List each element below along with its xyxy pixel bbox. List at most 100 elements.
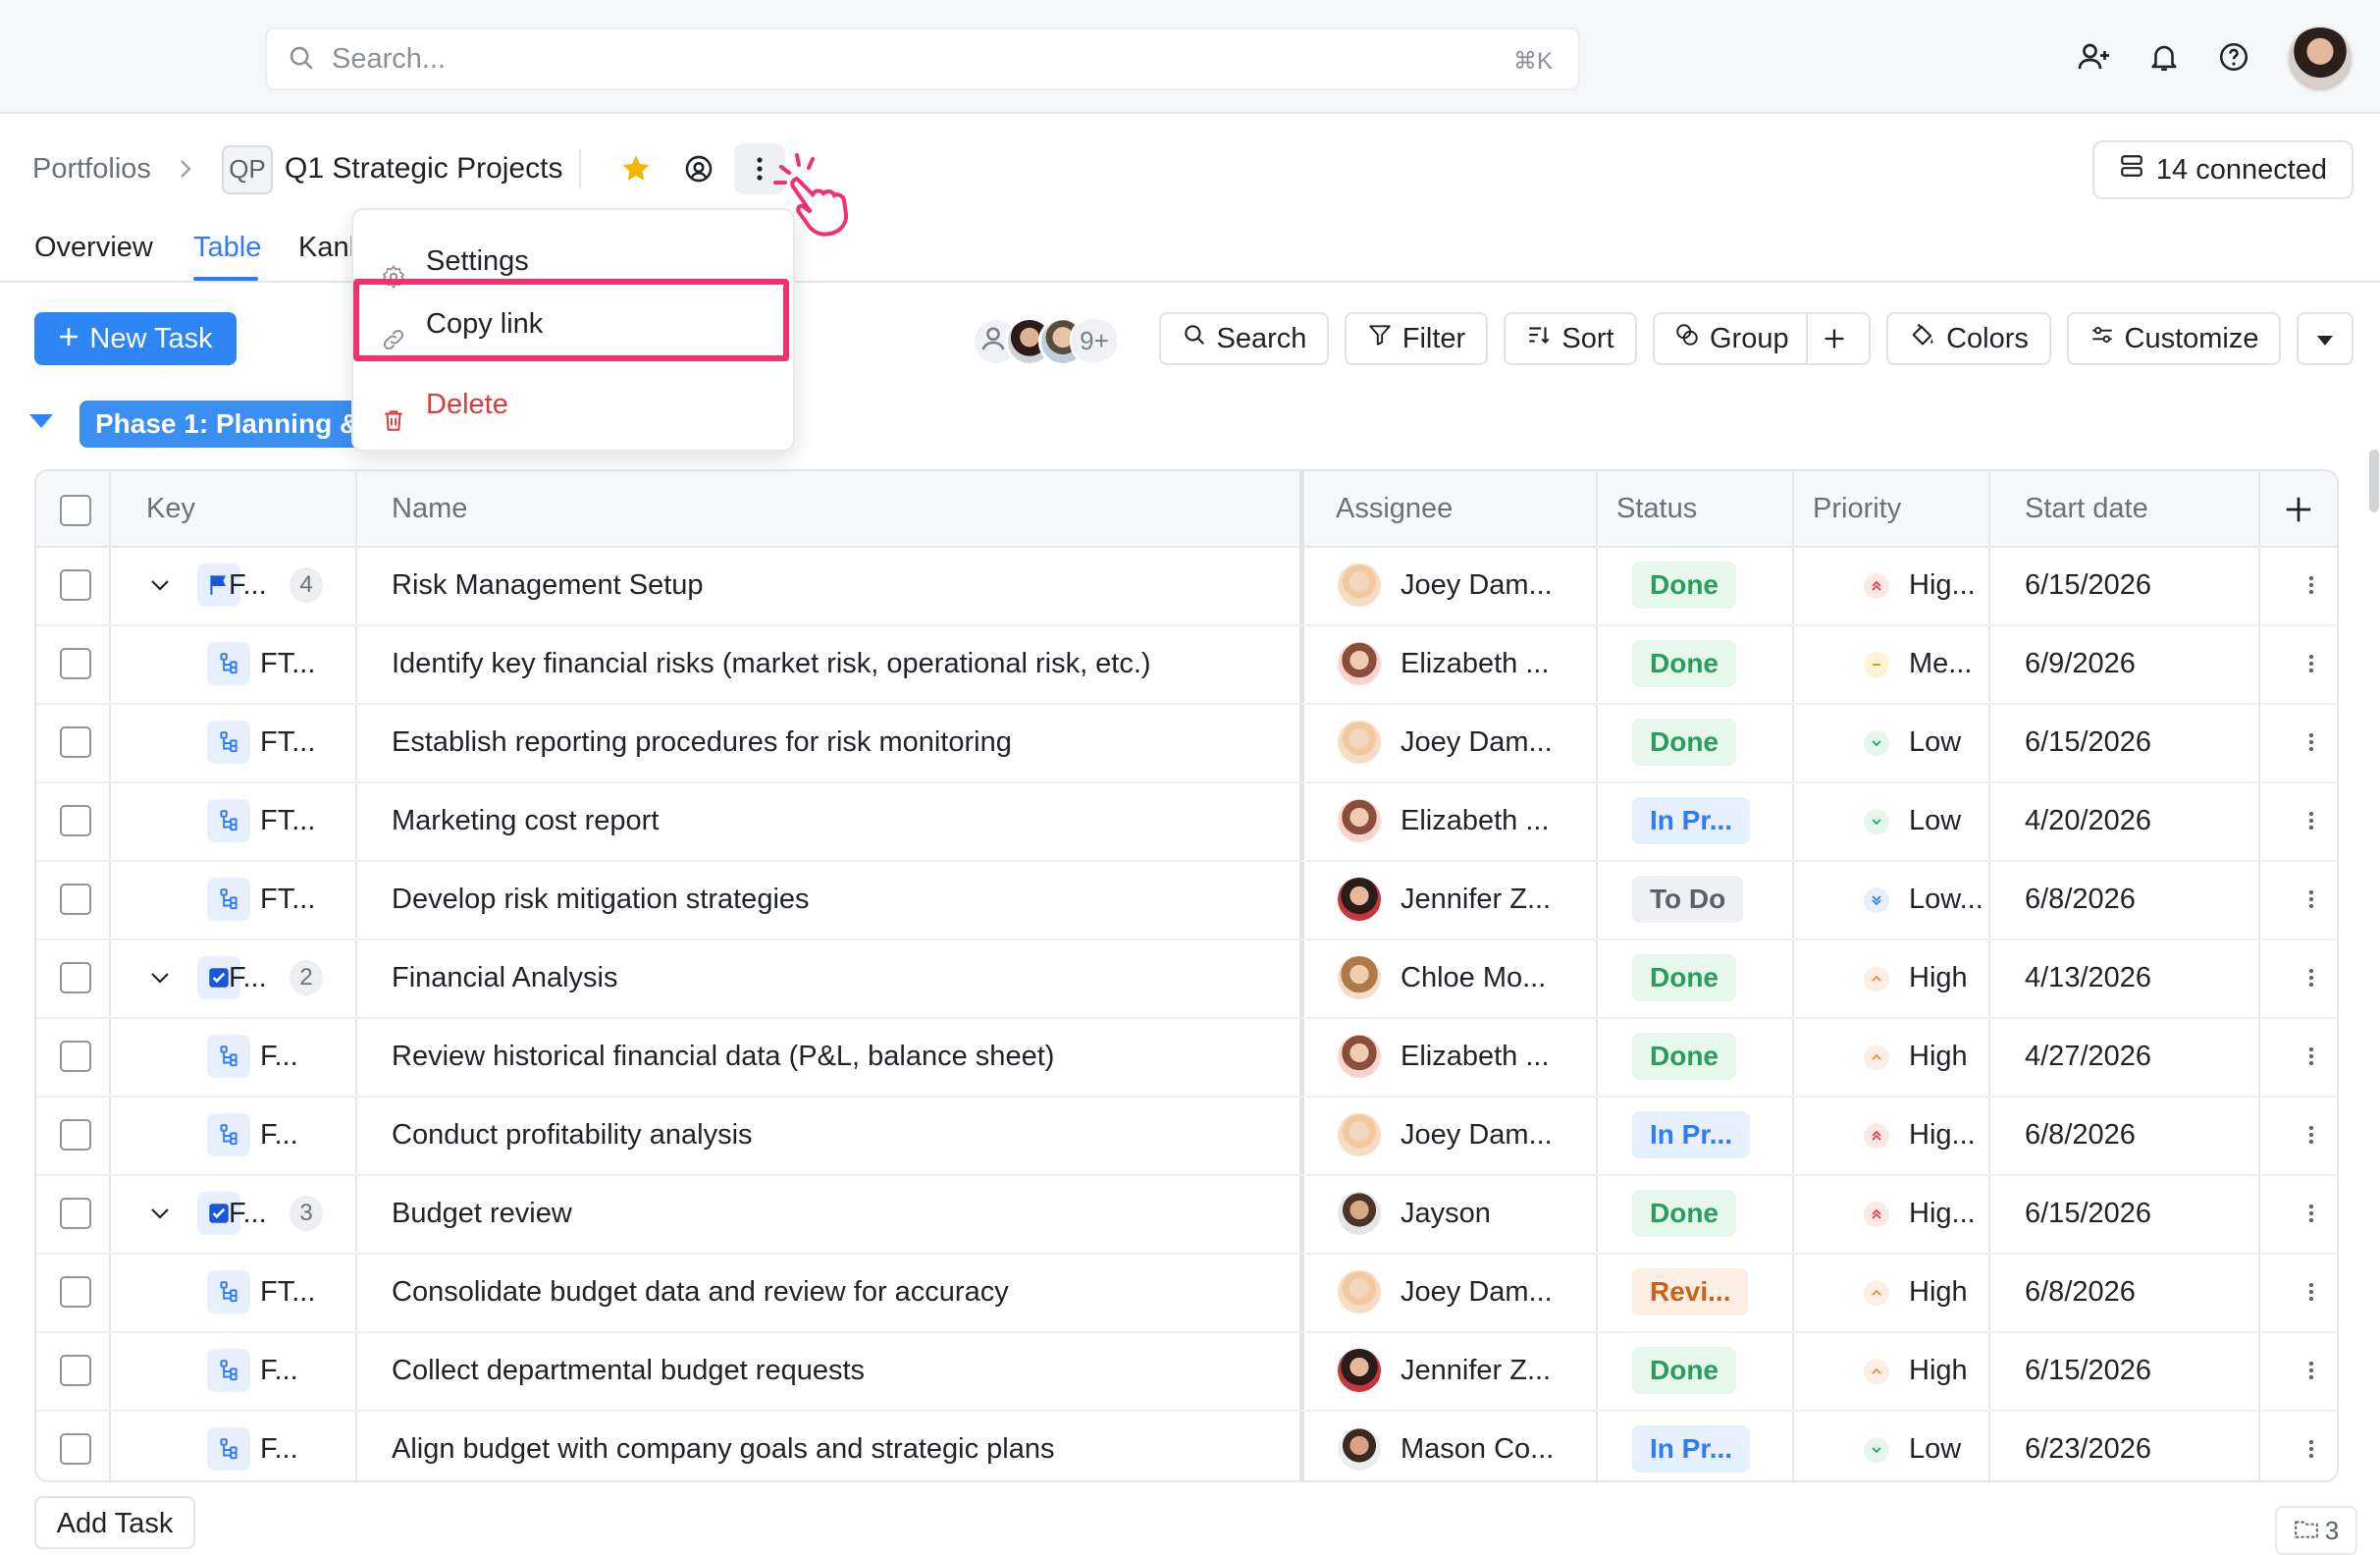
task-name[interactable]: Conduct profitability analysis [392, 1096, 1285, 1174]
row-checkbox[interactable] [60, 1119, 91, 1151]
row-more-icon[interactable] [2298, 1435, 2325, 1463]
search-button[interactable]: Search [1159, 312, 1329, 365]
new-task-button[interactable]: New Task [34, 312, 237, 365]
row-checkbox[interactable] [60, 1198, 91, 1229]
table-row[interactable]: FT... Develop risk mitigation strategies J… [36, 860, 2337, 940]
start-date[interactable]: 6/9/2026 [2025, 624, 2241, 703]
group-count-badge[interactable]: 3 [2275, 1506, 2357, 1555]
task-key[interactable]: FT... [260, 703, 348, 781]
start-date[interactable]: 6/15/2026 [2025, 1174, 2241, 1253]
start-date[interactable]: 4/13/2026 [2025, 938, 2241, 1017]
column-priority[interactable]: Priority [1813, 471, 1901, 546]
column-status[interactable]: Status [1616, 471, 1697, 546]
row-more-icon[interactable] [2298, 1121, 2325, 1149]
tab-kanban[interactable]: Kanl [298, 232, 355, 264]
assignee-name[interactable]: Elizabeth ... [1401, 624, 1587, 703]
priority-label[interactable]: Low... [1909, 860, 1983, 938]
row-more-icon[interactable] [2298, 1043, 2325, 1070]
page-title[interactable]: Q1 Strategic Projects [285, 147, 562, 190]
filter-button[interactable]: Filter [1345, 312, 1488, 365]
task-key[interactable]: FT... [260, 860, 348, 938]
task-name[interactable]: Risk Management Setup [392, 546, 1285, 624]
select-all-checkbox[interactable] [60, 495, 91, 526]
colors-button[interactable]: Colors [1886, 312, 2051, 365]
priority-label[interactable]: Hig... [1909, 546, 1983, 624]
scrollbar[interactable] [2369, 450, 2379, 512]
task-key[interactable]: F... [260, 1017, 348, 1096]
task-key[interactable]: FT... [260, 1253, 348, 1331]
add-task-button[interactable]: Add Task [34, 1496, 195, 1549]
task-name[interactable]: Develop risk mitigation strategies [392, 860, 1285, 938]
bell-icon[interactable] [2142, 35, 2186, 79]
row-checkbox[interactable] [60, 1041, 91, 1072]
assignee-name[interactable]: Joey Dam... [1401, 703, 1587, 781]
priority-label[interactable]: High [1909, 1331, 1983, 1410]
chevron-down-icon[interactable] [146, 964, 174, 992]
status-badge[interactable]: Revi... [1632, 1268, 1749, 1315]
status-badge[interactable]: Done [1632, 562, 1736, 609]
star-icon[interactable] [610, 143, 661, 194]
assignee-name[interactable]: Joey Dam... [1401, 1096, 1587, 1174]
assignee-name[interactable]: Mason Co... [1401, 1410, 1587, 1480]
menu-item-delete[interactable]: Delete [353, 373, 793, 436]
global-search-input[interactable]: Search... ⌘K [265, 27, 1580, 90]
table-row[interactable]: FT... Consolidate budget data and review … [36, 1253, 2337, 1333]
table-row[interactable]: FT... Establish reporting procedures for … [36, 703, 2337, 783]
table-row[interactable]: FT... Marketing cost report Elizabeth ... I… [36, 781, 2337, 862]
table-row[interactable]: F... 3 Budget review Jayson Done Hig... 6/15/2… [36, 1174, 2337, 1255]
customize-button[interactable]: Customize [2067, 312, 2281, 365]
row-checkbox[interactable] [60, 884, 91, 915]
start-date[interactable]: 4/20/2026 [2025, 781, 2241, 860]
priority-label[interactable]: High [1909, 938, 1983, 1017]
row-checkbox[interactable] [60, 726, 91, 758]
assignee-name[interactable]: Elizabeth ... [1401, 781, 1587, 860]
add-user-icon[interactable] [2073, 35, 2116, 79]
row-more-icon[interactable] [2298, 571, 2325, 599]
task-name[interactable]: Collect departmental budget requests [392, 1331, 1285, 1410]
priority-label[interactable]: Me... [1909, 624, 1983, 703]
collapse-group-icon[interactable] [29, 414, 53, 428]
row-checkbox[interactable] [60, 1355, 91, 1386]
status-badge[interactable]: In Pr... [1632, 797, 1751, 844]
tab-table[interactable]: Table [193, 232, 261, 264]
assignee-name[interactable]: Jennifer Z... [1401, 1331, 1587, 1410]
help-icon[interactable] [2212, 35, 2255, 79]
add-group-icon[interactable] [1822, 326, 1847, 359]
start-date[interactable]: 6/8/2026 [2025, 1253, 2241, 1331]
status-badge[interactable]: Done [1632, 640, 1736, 687]
row-checkbox[interactable] [60, 805, 91, 836]
connected-button[interactable]: 14 connected [2092, 140, 2354, 199]
task-name[interactable]: Review historical financial data (P&L, b… [392, 1017, 1285, 1096]
task-name[interactable]: Marketing cost report [392, 781, 1285, 860]
assignee-name[interactable]: Jennifer Z... [1401, 860, 1587, 938]
task-name[interactable]: Identify key financial risks (market ris… [392, 624, 1285, 703]
row-checkbox[interactable] [60, 962, 91, 993]
column-start-date[interactable]: Start date [2025, 471, 2148, 546]
row-more-icon[interactable] [2298, 1278, 2325, 1306]
watch-icon[interactable] [673, 143, 724, 194]
status-badge[interactable]: To Do [1632, 876, 1744, 923]
sort-button[interactable]: Sort [1504, 312, 1637, 365]
status-badge[interactable]: Done [1632, 1347, 1736, 1394]
start-date[interactable]: 6/8/2026 [2025, 1096, 2241, 1174]
column-key[interactable]: Key [146, 471, 195, 546]
task-name[interactable]: Establish reporting procedures for risk … [392, 703, 1285, 781]
priority-label[interactable]: High [1909, 1017, 1983, 1096]
column-name[interactable]: Name [392, 471, 467, 546]
status-badge[interactable]: Done [1632, 719, 1736, 766]
row-checkbox[interactable] [60, 648, 91, 679]
table-row[interactable]: F... 4 Risk Management Setup Joey Dam... Don… [36, 546, 2337, 626]
row-checkbox[interactable] [60, 569, 91, 601]
chevron-down-icon[interactable] [146, 571, 174, 599]
start-date[interactable]: 6/15/2026 [2025, 1331, 2241, 1410]
start-date[interactable]: 4/27/2026 [2025, 1017, 2241, 1096]
assignee-name[interactable]: Chloe Mo... [1401, 938, 1587, 1017]
task-key[interactable]: F... [260, 1331, 348, 1410]
priority-label[interactable]: Low [1909, 703, 1983, 781]
status-badge[interactable]: Done [1632, 1190, 1736, 1237]
user-avatar[interactable] [2287, 26, 2354, 92]
task-name[interactable]: Financial Analysis [392, 938, 1285, 1017]
priority-label[interactable]: Hig... [1909, 1174, 1983, 1253]
status-badge[interactable]: Done [1632, 1033, 1736, 1080]
row-more-icon[interactable] [2298, 650, 2325, 677]
